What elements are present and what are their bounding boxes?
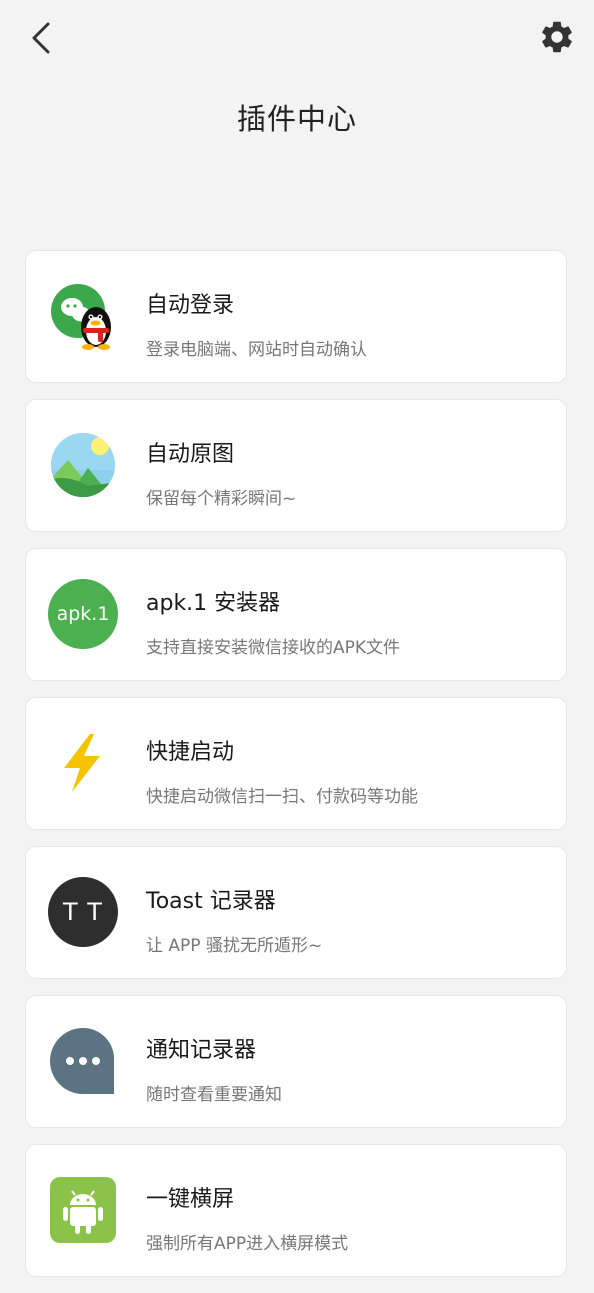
plugin-title: apk.1 安装器 [146, 591, 281, 616]
plugin-subtitle: 支持直接安装微信接收的APK文件 [146, 638, 401, 658]
plugin-card-quick-launch[interactable]: 快捷启动 快捷启动微信扫一扫、付款码等功能 [25, 697, 567, 830]
plugin-card-auto-original[interactable]: 自动原图 保留每个精彩瞬间~ [25, 399, 567, 532]
chevron-left-icon [32, 22, 50, 54]
apk-icon-label: apk.1 [56, 603, 110, 625]
plugin-card-apk-installer[interactable]: apk.1 apk.1 安装器 支持直接安装微信接收的APK文件 [25, 548, 567, 681]
toast-icon-label: T T [63, 898, 103, 926]
gear-icon [542, 21, 572, 53]
plugin-title: 一键横屏 [146, 1187, 235, 1212]
plugin-title: 自动原图 [146, 442, 235, 467]
android-icon [48, 1175, 118, 1245]
back-button[interactable] [22, 18, 62, 58]
plugin-title: 自动登录 [146, 293, 235, 318]
plugin-subtitle: 让 APP 骚扰无所遁形~ [146, 936, 323, 956]
plugin-title: 通知记录器 [146, 1038, 257, 1063]
plugin-card-force-landscape[interactable]: 一键横屏 强制所有APP进入横屏模式 [25, 1144, 567, 1277]
plugin-card-auto-login[interactable]: 自动登录 登录电脑端、网站时自动确认 [25, 250, 567, 383]
landscape-photo-icon [48, 430, 118, 500]
plugin-title: Toast 记录器 [146, 889, 276, 914]
apk-icon: apk.1 [48, 579, 118, 649]
plugin-card-toast-recorder[interactable]: T T Toast 记录器 让 APP 骚扰无所遁形~ [25, 846, 567, 979]
lightning-icon [48, 728, 118, 798]
top-bar [0, 0, 594, 80]
plugin-subtitle: 快捷启动微信扫一扫、付款码等功能 [146, 787, 418, 807]
plugin-subtitle: 随时查看重要通知 [146, 1085, 282, 1105]
toast-icon: T T [48, 877, 118, 947]
chat-bubble-icon [48, 1026, 118, 1096]
plugin-card-notification-recorder[interactable]: 通知记录器 随时查看重要通知 [25, 995, 567, 1128]
plugin-subtitle: 保留每个精彩瞬间~ [146, 489, 297, 509]
plugin-list: 自动登录 登录电脑端、网站时自动确认 自动原图 保留每个精彩瞬间~ apk.1 … [25, 250, 569, 1293]
settings-button[interactable] [538, 18, 576, 56]
plugin-subtitle: 强制所有APP进入横屏模式 [146, 1234, 349, 1254]
plugin-title: 快捷启动 [146, 740, 235, 765]
wechat-qq-icon [48, 281, 118, 351]
plugin-subtitle: 登录电脑端、网站时自动确认 [146, 340, 367, 360]
page-title: 插件中心 [236, 102, 357, 136]
